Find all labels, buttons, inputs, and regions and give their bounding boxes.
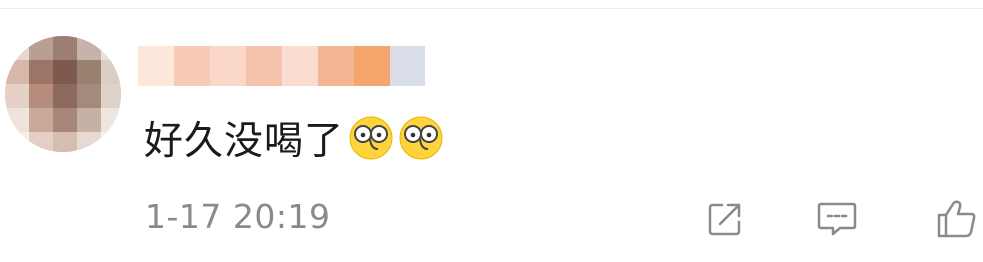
top-divider bbox=[0, 8, 983, 9]
avatar-pixel bbox=[77, 84, 101, 108]
comment-icon bbox=[817, 202, 857, 236]
username-pixel bbox=[210, 46, 246, 86]
avatar-pixel bbox=[5, 60, 29, 84]
avatar-pixel bbox=[53, 132, 77, 152]
username-pixel bbox=[246, 46, 282, 86]
username-pixel bbox=[282, 46, 318, 86]
avatar-pixel bbox=[5, 132, 29, 152]
username-pixel bbox=[138, 46, 174, 86]
avatar-pixel bbox=[77, 60, 101, 84]
avatar-pixel bbox=[29, 84, 53, 108]
username-pixel bbox=[354, 46, 390, 86]
reply-button[interactable] bbox=[813, 195, 861, 243]
avatar-pixel bbox=[29, 108, 53, 132]
avatar-pixel bbox=[53, 36, 77, 60]
avatar-pixel bbox=[77, 36, 101, 60]
username-pixel bbox=[390, 46, 425, 86]
avatar-pixel bbox=[5, 108, 29, 132]
avatar-pixel bbox=[77, 132, 101, 152]
thumbs-up-icon bbox=[937, 200, 976, 238]
avatar-pixel bbox=[101, 84, 121, 108]
avatar[interactable] bbox=[5, 36, 121, 152]
avatar-pixel bbox=[101, 132, 121, 152]
avatar-pixel bbox=[101, 108, 121, 132]
avatar-pixel bbox=[29, 60, 53, 84]
share-button[interactable] bbox=[701, 195, 749, 243]
avatar-pixel bbox=[5, 84, 29, 108]
avatar-pixel bbox=[29, 36, 53, 60]
avatar-pixel bbox=[53, 60, 77, 84]
comment-text: 好久没喝了 bbox=[144, 119, 345, 164]
avatar-pixel bbox=[53, 108, 77, 132]
timestamp: 1-17 20:19 bbox=[145, 197, 331, 236]
username[interactable] bbox=[138, 46, 425, 86]
share-icon bbox=[708, 203, 741, 236]
avatar-pixel bbox=[53, 84, 77, 108]
emoji-group bbox=[348, 115, 444, 161]
avatar-pixel bbox=[101, 36, 121, 60]
glasses-emoji-icon bbox=[349, 116, 393, 160]
comment-text-row: 好久没喝了 bbox=[144, 113, 444, 164]
avatar-pixel bbox=[29, 132, 53, 152]
username-pixel bbox=[318, 46, 354, 86]
avatar-pixel bbox=[77, 108, 101, 132]
avatar-pixel bbox=[101, 60, 121, 84]
username-pixel bbox=[174, 46, 210, 86]
glasses-emoji-icon bbox=[399, 116, 443, 160]
like-button[interactable] bbox=[933, 195, 981, 243]
avatar-pixel bbox=[5, 36, 29, 60]
